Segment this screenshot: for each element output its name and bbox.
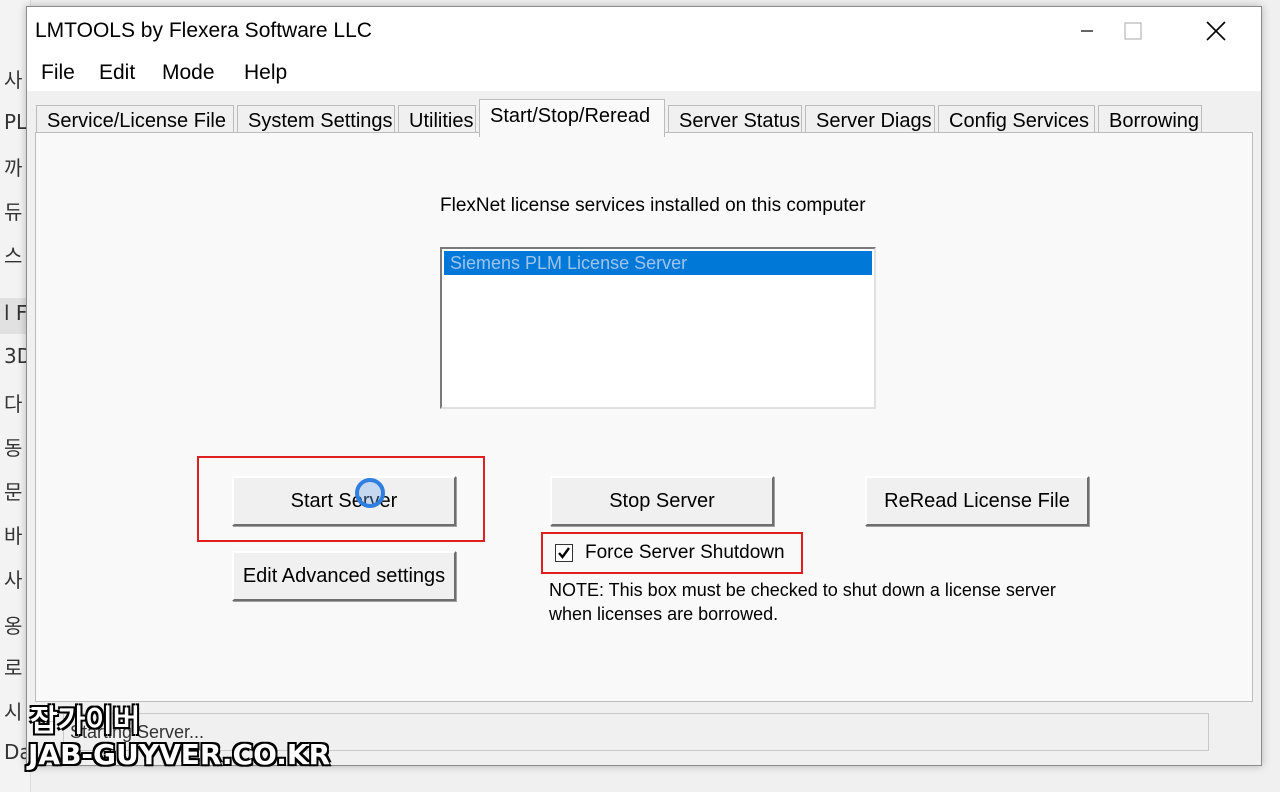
force-shutdown-label[interactable]: Force Server Shutdown	[585, 542, 785, 564]
background-text: 스	[4, 244, 23, 268]
minimize-icon	[1081, 30, 1093, 32]
background-text: 옹	[4, 614, 23, 638]
checkmark-icon	[558, 547, 570, 559]
menu-edit[interactable]: Edit	[99, 61, 135, 85]
background-text: 까	[4, 156, 23, 180]
title-bar[interactable]: LMTOOLS by Flexera Software LLC	[27, 7, 1261, 55]
start-stop-reread-panel: FlexNet license services installed on th…	[35, 132, 1253, 702]
menu-bar: File Edit Mode Help	[27, 55, 1261, 91]
background-text: 다	[4, 392, 23, 416]
background-text: 바	[4, 524, 23, 548]
stop-server-button[interactable]: Stop Server	[550, 476, 774, 526]
background-text: PL	[4, 110, 28, 134]
close-button[interactable]	[1180, 7, 1252, 55]
background-text: 사	[4, 68, 23, 92]
menu-file[interactable]: File	[41, 61, 75, 85]
start-server-button[interactable]: Start Server	[232, 476, 456, 526]
background-text: 사	[4, 568, 23, 592]
force-shutdown-checkbox[interactable]	[555, 544, 573, 562]
window-title: LMTOOLS by Flexera Software LLC	[35, 19, 372, 42]
list-item[interactable]: Siemens PLM License Server	[444, 251, 872, 275]
services-label: FlexNet license services installed on th…	[440, 195, 866, 216]
note-text: when licenses are borrowed.	[549, 604, 779, 624]
cursor-click-indicator	[355, 478, 385, 508]
watermark-url: JAB-GUYVER.CO.KR	[28, 738, 331, 771]
services-listbox[interactable]: Siemens PLM License Server	[440, 247, 876, 409]
menu-help[interactable]: Help	[244, 61, 287, 85]
background-text: 로	[4, 656, 23, 680]
menu-mode[interactable]: Mode	[162, 61, 215, 85]
background-text: 듀	[4, 200, 23, 224]
note-text: NOTE: This box must be checked to shut d…	[549, 580, 1056, 600]
lmtools-window: LMTOOLS by Flexera Software LLC File Edi…	[26, 6, 1262, 766]
close-icon	[1206, 21, 1226, 41]
reread-license-file-button[interactable]: ReRead License File	[865, 476, 1089, 526]
background-text: 문	[4, 480, 23, 504]
background-text: 시	[4, 700, 23, 724]
edit-advanced-settings-button[interactable]: Edit Advanced settings	[232, 551, 456, 601]
maximize-icon	[1124, 22, 1142, 40]
background-text: 동	[4, 436, 23, 460]
watermark-text: 잡가이버	[30, 704, 141, 739]
maximize-button	[1097, 7, 1169, 55]
tab-start-stop-reread[interactable]: Start/Stop/Reread	[479, 99, 665, 137]
